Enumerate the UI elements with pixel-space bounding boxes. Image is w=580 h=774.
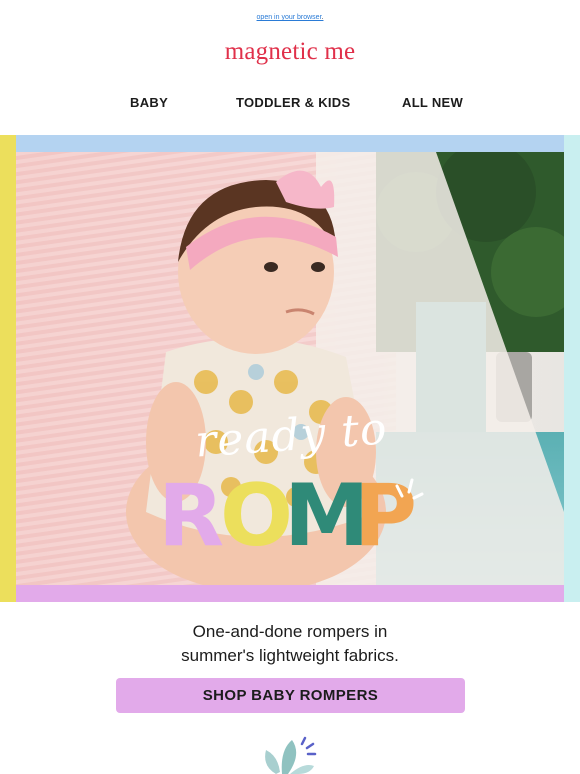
preheader-suffix: .	[321, 14, 324, 21]
hero-frame-top	[16, 135, 564, 152]
romp-letter-r: R	[158, 466, 225, 566]
main-nav: BABY TODDLER & KIDS ALL NEW	[0, 95, 580, 115]
brand-logo[interactable]: magnetic me	[0, 38, 580, 66]
hero-frame-bottom	[16, 585, 564, 602]
open-in-browser-link[interactable]: open in your browser	[257, 14, 322, 21]
nav-item-all-new[interactable]: ALL NEW	[402, 95, 463, 110]
nav-item-toddler-kids[interactable]: TODDLER & KIDS	[236, 95, 350, 110]
hero-frame-right	[564, 135, 580, 602]
romp-letter-o: O	[220, 466, 294, 566]
shop-baby-rompers-button[interactable]: SHOP BABY ROMPERS	[116, 678, 465, 713]
body-copy: One-and-done rompers in summer's lightwe…	[0, 620, 580, 668]
body-copy-line-1: One-and-done rompers in	[192, 622, 388, 641]
nav-item-baby[interactable]: BABY	[130, 95, 168, 110]
body-copy-line-2: summer's lightweight fabrics.	[181, 646, 399, 665]
leaf-sparkle-icon	[265, 736, 317, 774]
preheader: open in your browser.	[0, 14, 580, 21]
sparkle-icon	[395, 478, 424, 500]
hero-frame-left	[0, 135, 16, 602]
